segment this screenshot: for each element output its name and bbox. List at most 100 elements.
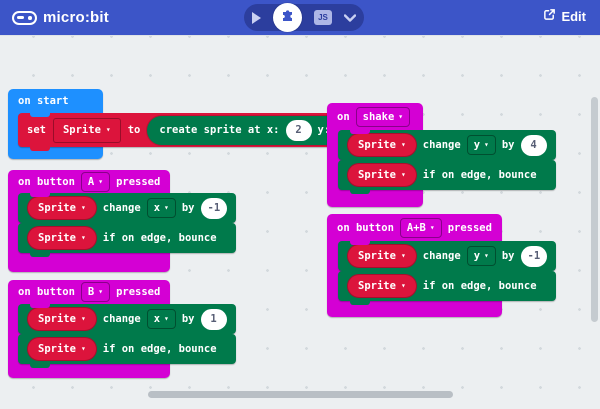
bounce-label: if on edge, bounce: [423, 169, 537, 181]
block-on-button-a[interactable]: on button A ▾ pressed Sprite ▾ change x …: [8, 170, 170, 272]
gesture-dropdown[interactable]: shake ▾: [356, 107, 410, 127]
variable-name: Sprite: [358, 250, 396, 262]
pressed-label: pressed: [116, 286, 160, 298]
variable-dropdown[interactable]: Sprite ▾: [347, 133, 417, 157]
blocks-mode-button[interactable]: [273, 3, 302, 32]
axis-name: x: [154, 202, 160, 214]
block-sprite-bounce[interactable]: Sprite ▾ if on edge, bounce: [338, 271, 556, 301]
bounce-label: if on edge, bounce: [423, 280, 537, 292]
block-sprite-bounce[interactable]: Sprite ▾ if on edge, bounce: [18, 334, 236, 364]
play-icon: [252, 12, 261, 24]
dropdown-arrow-icon: ▾: [98, 288, 103, 296]
change-value-input[interactable]: 4: [521, 135, 547, 156]
button-choice: A+B: [407, 222, 426, 234]
axis-name: y: [474, 250, 480, 262]
horizontal-scrollbar-thumb[interactable]: [148, 391, 453, 398]
variable-name: Sprite: [38, 313, 76, 325]
chevron-down-icon: [344, 10, 356, 25]
mode-dropdown-button[interactable]: [344, 10, 356, 25]
dropdown-arrow-icon: ▾: [401, 252, 406, 260]
axis-name: y: [474, 139, 480, 151]
x-value-input[interactable]: 2: [286, 120, 312, 141]
dropdown-arrow-icon: ▾: [81, 234, 86, 242]
dropdown-arrow-icon: ▾: [81, 345, 86, 353]
change-label: change: [103, 202, 141, 214]
change-value-input[interactable]: -1: [521, 246, 548, 267]
variable-dropdown[interactable]: Sprite ▾: [27, 226, 97, 250]
vertical-scrollbar-thumb[interactable]: [591, 97, 598, 322]
to-label: to: [128, 124, 141, 136]
change-value-input[interactable]: -1: [201, 198, 228, 219]
change-value-input[interactable]: 1: [201, 309, 227, 330]
variable-name: Sprite: [38, 232, 76, 244]
dropdown-arrow-icon: ▾: [81, 204, 86, 212]
block-on-start[interactable]: on start set Sprite ▾ to create sprite a…: [8, 89, 103, 159]
on-start-label: on start: [18, 95, 69, 107]
variable-dropdown[interactable]: Sprite ▾: [347, 163, 417, 187]
microbit-logo[interactable]: micro:bit: [12, 9, 109, 26]
javascript-mode-button[interactable]: JS: [314, 10, 332, 25]
pressed-label: pressed: [448, 222, 492, 234]
block-workspace[interactable]: on start set Sprite ▾ to create sprite a…: [0, 35, 600, 409]
variable-name: Sprite: [63, 124, 101, 136]
variable-dropdown[interactable]: Sprite ▾: [27, 337, 97, 361]
on-label: on: [337, 111, 350, 123]
block-sprite-bounce[interactable]: Sprite ▾ if on edge, bounce: [338, 160, 556, 190]
change-label: change: [423, 250, 461, 262]
block-on-button-b[interactable]: on button B ▾ pressed Sprite ▾ change x …: [8, 280, 170, 378]
dropdown-arrow-icon: ▾: [398, 113, 403, 121]
block-sprite-change[interactable]: Sprite ▾ change y ▾ by 4: [338, 130, 556, 160]
variable-name: Sprite: [358, 280, 396, 292]
dropdown-arrow-icon: ▾: [98, 178, 103, 186]
variable-name: Sprite: [358, 169, 396, 181]
editor-mode-toggle: JS: [244, 4, 364, 31]
set-label: set: [27, 124, 46, 136]
dropdown-arrow-icon: ▾: [81, 315, 86, 323]
variable-name: Sprite: [38, 343, 76, 355]
block-set-variable[interactable]: set Sprite ▾ to create sprite at x: 2 y:…: [18, 113, 376, 147]
variable-dropdown[interactable]: Sprite ▾: [27, 307, 97, 331]
button-choice: B: [88, 286, 94, 298]
variable-dropdown[interactable]: Sprite ▾: [53, 118, 121, 143]
block-sprite-change[interactable]: Sprite ▾ change y ▾ by -1: [338, 241, 556, 271]
axis-name: x: [154, 313, 160, 325]
dropdown-arrow-icon: ▾: [164, 315, 169, 323]
edit-label: Edit: [561, 9, 586, 24]
puzzle-blocks-icon: [280, 9, 295, 27]
block-on-button-ab[interactable]: on button A+B ▾ pressed Sprite ▾ change …: [327, 214, 502, 317]
on-button-label: on button: [18, 286, 75, 298]
create-sprite-label: create sprite at x:: [159, 124, 279, 136]
bounce-label: if on edge, bounce: [103, 232, 217, 244]
variable-dropdown[interactable]: Sprite ▾: [347, 274, 417, 298]
on-button-label: on button: [18, 176, 75, 188]
axis-dropdown[interactable]: x ▾: [147, 198, 176, 218]
change-label: change: [423, 139, 461, 151]
dropdown-arrow-icon: ▾: [401, 171, 406, 179]
axis-dropdown[interactable]: y ▾: [467, 135, 496, 155]
dropdown-arrow-icon: ▾: [401, 282, 406, 290]
block-sprite-change[interactable]: Sprite ▾ change x ▾ by -1: [18, 193, 236, 223]
dropdown-arrow-icon: ▾: [401, 141, 406, 149]
js-icon: JS: [314, 10, 332, 25]
variable-name: Sprite: [358, 139, 396, 151]
variable-dropdown[interactable]: Sprite ▾: [347, 244, 417, 268]
variable-dropdown[interactable]: Sprite ▾: [27, 196, 97, 220]
play-button[interactable]: [252, 12, 261, 24]
external-link-icon: [543, 8, 556, 24]
change-label: change: [103, 313, 141, 325]
button-choice-dropdown[interactable]: A ▾: [81, 172, 110, 192]
microbit-face-icon: [12, 11, 37, 25]
button-choice: A: [88, 176, 94, 188]
button-choice-dropdown[interactable]: A+B ▾: [400, 218, 442, 238]
axis-dropdown[interactable]: x ▾: [147, 309, 176, 329]
block-sprite-change[interactable]: Sprite ▾ change x ▾ by 1: [18, 304, 236, 334]
edit-button[interactable]: Edit: [543, 8, 586, 24]
app-header: micro:bit JS: [0, 0, 600, 35]
dropdown-arrow-icon: ▾: [106, 126, 111, 134]
block-sprite-bounce[interactable]: Sprite ▾ if on edge, bounce: [18, 223, 236, 253]
dropdown-arrow-icon: ▾: [164, 204, 169, 212]
dropdown-arrow-icon: ▾: [430, 224, 435, 232]
block-on-shake[interactable]: on shake ▾ Sprite ▾ change y ▾ by 4: [327, 103, 423, 207]
axis-dropdown[interactable]: y ▾: [467, 246, 496, 266]
button-choice-dropdown[interactable]: B ▾: [81, 282, 110, 302]
